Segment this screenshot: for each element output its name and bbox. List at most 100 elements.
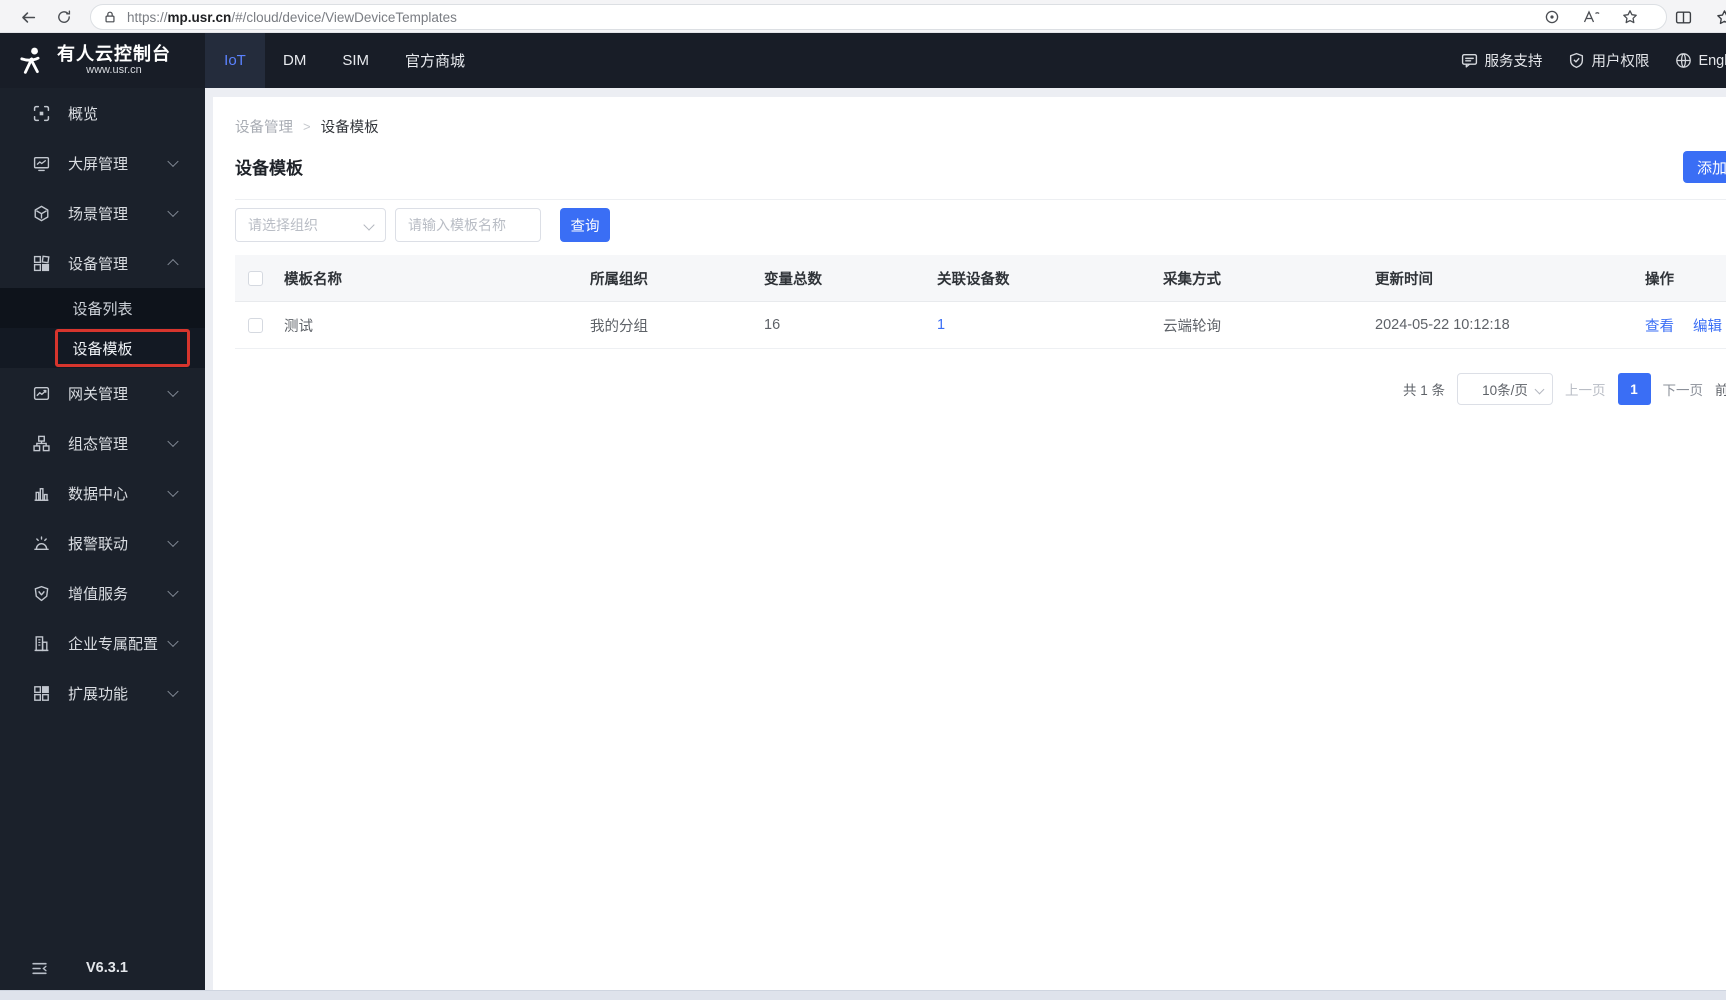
favorites-icon[interactable] — [1712, 5, 1726, 29]
col-updated-at: 更新时间 — [1375, 271, 1433, 288]
row-checkbox[interactable] — [248, 317, 263, 333]
brand[interactable]: 有人云控制台 www.usr.cn — [0, 33, 205, 88]
edit-link[interactable]: 编辑 — [1693, 315, 1722, 336]
breadcrumb-parent[interactable]: 设备管理 — [235, 116, 293, 137]
tab-iot[interactable]: IoT — [205, 33, 265, 88]
row-updated-at: 2024-05-22 10:12:18 — [1375, 317, 1510, 333]
lock-icon — [103, 10, 117, 24]
screen-icon — [33, 155, 50, 172]
globe-icon — [1675, 52, 1692, 69]
col-org: 所属组织 — [590, 271, 648, 288]
sidebar-item-data-center[interactable]: 数据中心 — [0, 468, 205, 518]
prev-page-button[interactable]: 上一页 — [1565, 379, 1606, 399]
chevron-down-icon — [363, 219, 375, 231]
favorite-star-icon[interactable] — [1622, 9, 1638, 25]
sidebar-item-extensions[interactable]: 扩展功能 — [0, 668, 205, 718]
chevron-down-icon — [167, 535, 179, 548]
permission-menu[interactable]: 用户权限 — [1568, 50, 1649, 71]
row-device-count-link[interactable]: 1 — [937, 317, 945, 333]
chevron-down-icon — [167, 205, 179, 218]
templates-table: 模板名称 所属组织 变量总数 关联设备数 采集方式 更新时间 操作 测试 我的分… — [235, 255, 1726, 349]
browser-chrome: https://mp.usr.cn/#/cloud/device/ViewDev… — [0, 0, 1726, 33]
nav-right: 服务支持 用户权限 English — [1461, 33, 1726, 88]
device-icon — [33, 254, 50, 272]
browser-back-icon[interactable] — [16, 5, 40, 29]
col-actions: 操作 — [1645, 271, 1674, 288]
add-template-button[interactable]: 添加 — [1683, 151, 1726, 183]
sidebar-item-configuration-mgmt[interactable]: 组态管理 — [0, 418, 205, 468]
next-page-button[interactable]: 下一页 — [1663, 379, 1704, 399]
view-link[interactable]: 查看 — [1645, 315, 1674, 336]
search-button[interactable]: 查询 — [560, 208, 610, 242]
brand-subtitle: www.usr.cn — [86, 64, 142, 76]
bar-chart-icon — [33, 485, 50, 502]
sidebar-label: 增值服务 — [68, 585, 129, 603]
grid-icon — [33, 685, 50, 702]
sidebar-item-gateway-mgmt[interactable]: 网关管理 — [0, 368, 205, 418]
device-mgmt-submenu: 设备列表 设备模板 — [0, 288, 205, 368]
sidebar-label: 场景管理 — [68, 205, 129, 223]
org-select[interactable]: 请选择组织 — [235, 208, 386, 242]
address-bar[interactable]: https://mp.usr.cn/#/cloud/device/ViewDev… — [90, 4, 1667, 30]
nav-tabs: IoT DM SIM 官方商城 — [205, 33, 483, 88]
url-text: https://mp.usr.cn/#/cloud/device/ViewDev… — [127, 9, 457, 25]
usr-logo-icon — [14, 44, 48, 78]
sidebar-item-value-added[interactable]: 增值服务 — [0, 568, 205, 618]
sidebar-item-device-list[interactable]: 设备列表 — [0, 288, 205, 328]
row-variable-count: 16 — [764, 317, 781, 333]
table-header-row: 模板名称 所属组织 变量总数 关联设备数 采集方式 更新时间 操作 — [235, 255, 1726, 302]
col-template-name: 模板名称 — [284, 271, 342, 288]
sidebar-label: 报警联动 — [68, 535, 129, 553]
chevron-down-icon — [167, 385, 179, 398]
support-label: 服务支持 — [1484, 54, 1543, 70]
sidebar-item-alarm-linkage[interactable]: 报警联动 — [0, 518, 205, 568]
divider — [235, 199, 1726, 200]
sidebar-item-enterprise-config[interactable]: 企业专属配置 — [0, 618, 205, 668]
content-card: 设备管理 > 设备模板 设备模板 添加 请选择组织 查询 — [213, 97, 1726, 990]
sidebar-label: 网关管理 — [68, 385, 129, 403]
scene-icon — [33, 205, 50, 222]
horizontal-scrollbar[interactable] — [0, 990, 1726, 1000]
language-label: English — [1698, 52, 1726, 69]
chevron-down-icon — [167, 635, 179, 648]
split-screen-icon[interactable] — [1671, 5, 1695, 29]
org-select-placeholder: 请选择组织 — [248, 217, 318, 233]
sidebar-item-scene-mgmt[interactable]: 场景管理 — [0, 188, 205, 238]
sidebar-item-overview[interactable]: 概览 — [0, 88, 205, 138]
sidebar-label: 组态管理 — [68, 435, 129, 453]
select-all-checkbox[interactable] — [248, 270, 263, 286]
sidebar-item-device-templates[interactable]: 设备模板 — [0, 328, 205, 368]
pagination-total: 共 1 条 — [1403, 383, 1446, 398]
col-device-count: 关联设备数 — [937, 271, 1010, 288]
sidebar-label: 设备管理 — [68, 255, 129, 273]
jump-to-page-label: 前 — [1715, 383, 1726, 398]
page-size-select[interactable]: 10条/页 — [1457, 373, 1554, 405]
collapse-sidebar-icon[interactable] — [31, 960, 48, 977]
support-menu[interactable]: 服务支持 — [1461, 50, 1542, 71]
gateway-icon — [33, 385, 50, 402]
screen: https://mp.usr.cn/#/cloud/device/ViewDev… — [0, 0, 1726, 1000]
alarm-icon — [33, 535, 50, 552]
sidebar-label: 企业专属配置 — [68, 635, 159, 653]
breadcrumb-separator-icon: > — [303, 119, 311, 134]
chevron-down-icon — [167, 435, 179, 448]
tab-sim[interactable]: SIM — [324, 33, 387, 88]
read-aloud-icon[interactable] — [1582, 9, 1600, 25]
top-nav: 有人云控制台 www.usr.cn IoT DM SIM 官方商城 服务支持 用… — [0, 33, 1726, 88]
sidebar-item-screen-mgmt[interactable]: 大屏管理 — [0, 138, 205, 188]
browser-refresh-icon[interactable] — [52, 5, 76, 29]
sidebar-label: 概览 — [68, 105, 99, 123]
current-page-button[interactable]: 1 — [1617, 373, 1651, 405]
breadcrumb-current: 设备模板 — [320, 120, 379, 136]
filter-bar: 请选择组织 查询 — [235, 208, 610, 242]
template-name-input[interactable] — [395, 208, 541, 242]
language-menu[interactable]: English — [1675, 52, 1726, 69]
page-size-value: 10条/页 — [1482, 383, 1528, 398]
tab-mall[interactable]: 官方商城 — [387, 33, 483, 88]
chevron-down-icon — [167, 485, 179, 498]
row-collect-mode: 云端轮询 — [1163, 318, 1221, 335]
row-org: 我的分组 — [590, 318, 648, 335]
tab-dm[interactable]: DM — [265, 33, 324, 88]
sidebar-item-device-mgmt[interactable]: 设备管理 — [0, 238, 205, 288]
target-icon[interactable] — [1544, 9, 1560, 25]
